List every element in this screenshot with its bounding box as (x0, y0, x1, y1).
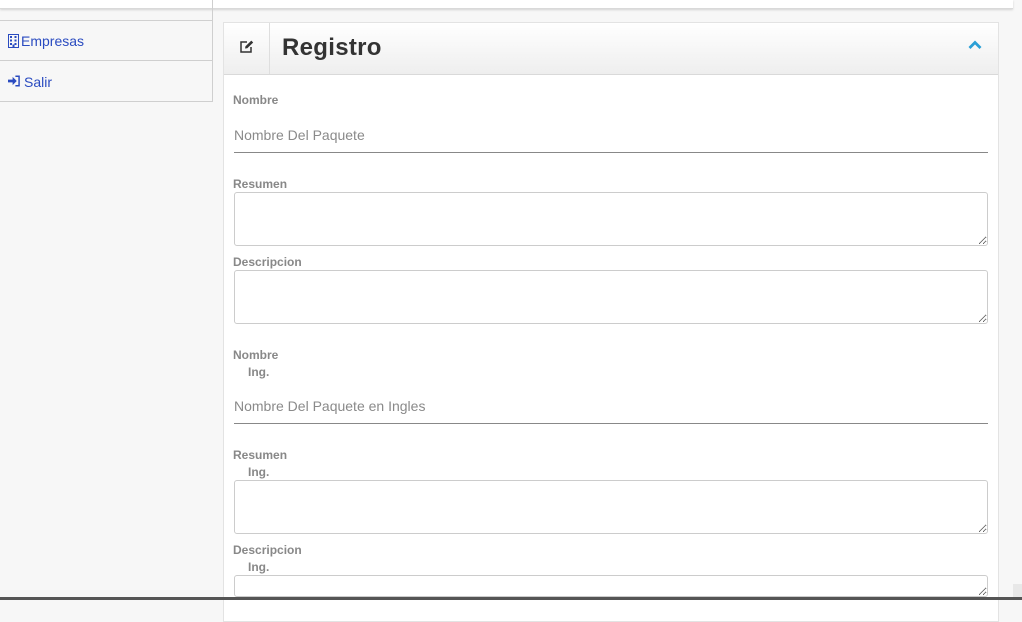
sidebar-item-empresas[interactable]: Empresas (0, 21, 212, 61)
header-icon-box (224, 23, 270, 74)
sidebar-border (212, 0, 213, 102)
descripcion-ing-label-text: Descripcion (233, 543, 302, 557)
nombre-label: Nombre (233, 93, 279, 107)
resumen-label: Resumen (233, 177, 288, 191)
nombre-ing-sublabel: Ing. (248, 365, 270, 379)
scrollbar-stub[interactable] (1013, 584, 1022, 597)
chevron-up-icon (968, 37, 982, 55)
sidebar-item-salir[interactable]: Salir (0, 62, 212, 102)
resumen-ing-sublabel: Ing. (248, 465, 270, 479)
nombre-input[interactable] (234, 117, 988, 153)
resumen-ing-label-text: Resumen (233, 448, 288, 462)
panel-header: Registro (224, 23, 998, 75)
descripcion-ing-label: Descripcion Ing. (233, 542, 302, 576)
edit-icon (239, 40, 254, 58)
building-icon (8, 33, 20, 48)
resumen-textarea[interactable] (234, 192, 988, 246)
sidebar-item-label: Salir (24, 73, 53, 90)
sidebar-item-label: Empresas (21, 32, 85, 49)
panel-title: Registro (282, 34, 382, 61)
descripcion-ing-sublabel: Ing. (248, 560, 270, 574)
resumen-ing-label: Resumen Ing. (233, 447, 287, 481)
descripcion-ing-textarea[interactable] (234, 575, 988, 597)
top-navbar (0, 0, 1013, 9)
sign-in-icon (8, 74, 20, 89)
nombre-ing-input[interactable] (234, 389, 988, 424)
descripcion-label: Descripcion (233, 255, 302, 269)
nombre-ing-label: Nombre Ing. (233, 347, 278, 381)
resumen-ing-textarea[interactable] (234, 480, 988, 534)
collapse-button[interactable] (966, 37, 984, 55)
nombre-ing-label-text: Nombre (233, 348, 279, 362)
descripcion-textarea[interactable] (234, 270, 988, 324)
